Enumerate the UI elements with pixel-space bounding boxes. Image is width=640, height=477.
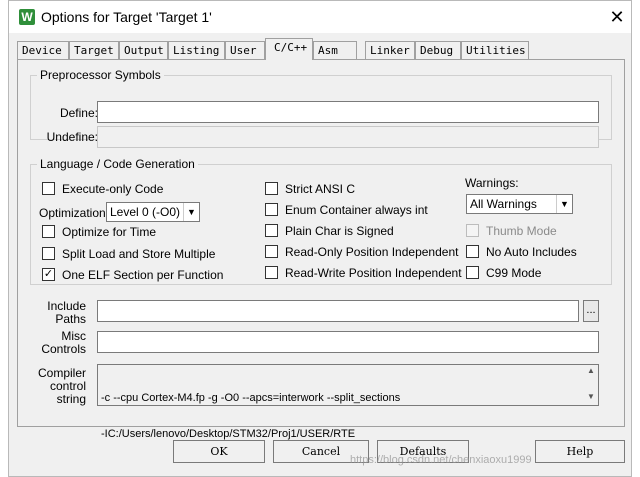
optimization-select[interactable]: Level 0 (-O0) ▼: [106, 202, 200, 222]
c99-mode-checkbox[interactable]: C99 Mode: [466, 266, 541, 282]
help-button[interactable]: Help: [535, 440, 625, 463]
chevron-up-icon: ▲: [587, 366, 595, 375]
tab-utilities[interactable]: Utilities: [461, 41, 529, 59]
tab-device[interactable]: Device: [17, 41, 69, 59]
close-button[interactable]: ✕: [605, 5, 629, 29]
c-cpp-panel: Preprocessor Symbols Define: Undefine: L…: [17, 59, 625, 440]
chevron-down-icon: ▼: [183, 203, 199, 221]
thumb-mode-checkbox[interactable]: Thumb Mode: [466, 224, 557, 240]
optimize-time-checkbox[interactable]: Optimize for Time: [42, 225, 156, 241]
checkbox-box: [42, 182, 55, 196]
checkbox-box: [265, 203, 278, 217]
define-field[interactable]: [97, 101, 599, 123]
no-auto-includes-checkbox[interactable]: No Auto Includes: [466, 245, 577, 261]
options-dialog: W Options for Target 'Target 1' ✕ Device…: [8, 0, 632, 477]
undefine-label: Undefine:: [46, 130, 98, 144]
split-load-checkbox[interactable]: Split Load and Store Multiple: [42, 247, 215, 263]
split-load-label: Split Load and Store Multiple: [62, 247, 216, 261]
rw-pi-label: Read-Write Position Independent: [285, 266, 462, 280]
misc-controls-field[interactable]: [97, 331, 599, 353]
include-paths-label-line2: Paths: [55, 312, 86, 326]
tab-linker[interactable]: Linker: [365, 41, 415, 59]
watermark: https://blog.csdn.net/chenxiaoxu1999: [350, 454, 532, 466]
include-paths-field[interactable]: [97, 300, 579, 322]
warnings-value: All Warnings: [470, 197, 537, 211]
tab-target[interactable]: Target: [69, 41, 119, 59]
checkbox-box: [265, 266, 278, 280]
misc-controls-label-line2: Controls: [41, 342, 86, 356]
browse-button[interactable]: ...: [583, 300, 599, 322]
window-title: Options for Target 'Target 1': [41, 9, 212, 25]
ok-button[interactable]: OK: [173, 440, 265, 463]
undefine-field[interactable]: [97, 126, 599, 148]
codegen-legend: Language / Code Generation: [40, 157, 195, 171]
dialog-body: Device Target Output Listing User C/C++ …: [9, 33, 631, 476]
preprocessor-legend: Preprocessor Symbols: [40, 68, 161, 82]
ro-pi-label: Read-Only Position Independent: [285, 245, 459, 259]
checkbox-box: [466, 266, 479, 280]
compiler-control-line1: -c --cpu Cortex-M4.fp -g -O0 --apcs=inte…: [101, 392, 401, 404]
execute-only-label: Execute-only Code: [62, 182, 164, 196]
c99-mode-label: C99 Mode: [486, 266, 542, 280]
checkbox-box: [265, 224, 278, 238]
checkbox-box: [42, 247, 55, 261]
rw-pi-checkbox[interactable]: Read-Write Position Independent: [265, 266, 462, 282]
checkbox-box: [265, 245, 278, 259]
include-paths-label: Include Paths: [38, 300, 86, 326]
one-elf-label: One ELF Section per Function: [62, 268, 224, 282]
tab-asm[interactable]: Asm: [313, 41, 357, 59]
tab-debug[interactable]: Debug: [415, 41, 461, 59]
checkbox-box: [265, 182, 278, 196]
warnings-label: Warnings:: [465, 176, 519, 190]
tab-c-cpp[interactable]: C/C++: [265, 38, 313, 60]
define-label: Define:: [59, 106, 98, 120]
execute-only-checkbox[interactable]: Execute-only Code: [42, 182, 163, 198]
tab-output[interactable]: Output: [119, 41, 168, 59]
thumb-mode-label: Thumb Mode: [486, 224, 557, 238]
optimize-time-label: Optimize for Time: [62, 225, 157, 239]
enum-container-label: Enum Container always int: [285, 203, 428, 217]
checkbox-box: [42, 225, 55, 239]
one-elf-checkbox[interactable]: ✓ One ELF Section per Function: [42, 268, 223, 284]
checkmark-icon: ✓: [42, 268, 55, 282]
ro-pi-checkbox[interactable]: Read-Only Position Independent: [265, 245, 458, 261]
tab-listing[interactable]: Listing: [168, 41, 225, 59]
checkbox-box: [466, 245, 479, 259]
warnings-select[interactable]: All Warnings ▼: [466, 194, 573, 214]
tab-user[interactable]: User: [225, 41, 265, 59]
optimization-value: Level 0 (-O0): [110, 205, 181, 219]
enum-container-checkbox[interactable]: Enum Container always int: [265, 203, 428, 219]
plain-char-label: Plain Char is Signed: [285, 224, 394, 238]
misc-controls-label: Misc Controls: [38, 330, 86, 356]
no-auto-includes-label: No Auto Includes: [486, 245, 577, 259]
compiler-control-string[interactable]: -c --cpu Cortex-M4.fp -g -O0 --apcs=inte…: [97, 364, 599, 440]
chevron-down-icon: ▼: [587, 392, 595, 401]
compiler-control-label: Compiler control string: [38, 367, 86, 406]
optimization-label: Optimization:: [39, 206, 110, 220]
plain-char-checkbox[interactable]: Plain Char is Signed: [265, 224, 394, 240]
compiler-control-label-line3: string: [56, 392, 86, 406]
chevron-down-icon: ▼: [556, 195, 572, 213]
checkbox-box: [466, 224, 479, 238]
keil-app-icon: W: [19, 9, 35, 25]
compiler-control-line2: -IC:/Users/lenovo/Desktop/STM32/Proj1/US…: [101, 428, 356, 440]
title-bar: W Options for Target 'Target 1' ✕: [9, 1, 631, 33]
strict-ansi-label: Strict ANSI C: [285, 182, 356, 196]
strict-ansi-checkbox[interactable]: Strict ANSI C: [265, 182, 355, 198]
scrollbar[interactable]: ▲ ▼: [584, 365, 598, 405]
